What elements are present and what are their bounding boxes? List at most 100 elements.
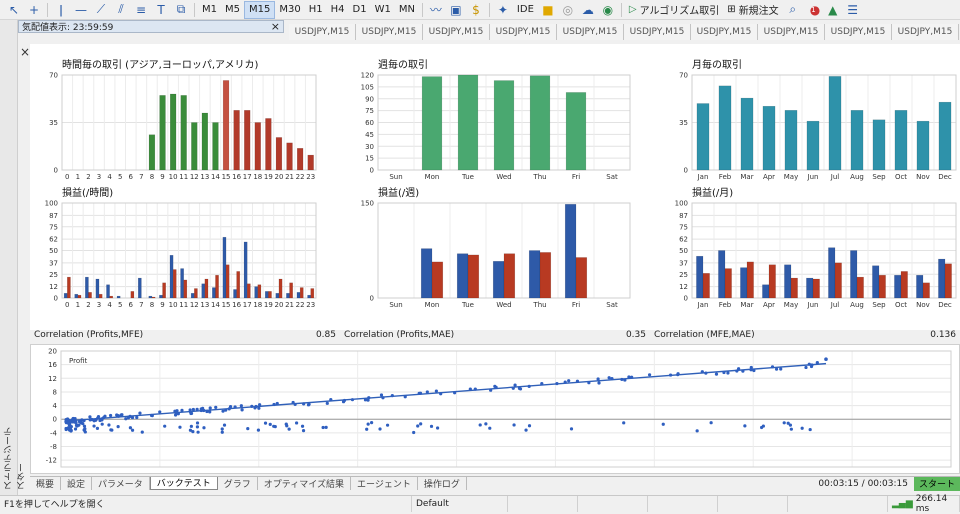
scatter-point [365, 427, 369, 431]
bar-chart-2: 月毎の取引 0 35 70 Jan Feb Mar Apr May Jun Jul Aug Sep Oct… [679, 58, 957, 181]
scatter-point [709, 421, 713, 425]
scatter-point [189, 411, 193, 416]
bar [222, 80, 230, 171]
y-tick-label: 120 [361, 72, 374, 80]
bar [431, 261, 444, 299]
y-tick-label: 75 [49, 223, 58, 231]
y-tick-label: 60 [365, 119, 374, 127]
y-tick-label: 70 [49, 72, 58, 80]
scatter-point [416, 424, 420, 428]
scatter-point [329, 397, 333, 402]
bar [137, 277, 142, 299]
x-tick-label: 9 [160, 173, 164, 181]
scatter-point [381, 396, 385, 400]
scatter-point [103, 414, 107, 418]
scatter-point [173, 409, 177, 413]
x-tick-label: Mar [740, 301, 753, 309]
scatter-point [130, 428, 135, 432]
scatter-point [188, 428, 193, 432]
bar-chart-4: 損益(/週) 0 150 Sun Mon Tue Wed Thu Fri Sat [361, 186, 631, 309]
scatter-point [115, 413, 119, 417]
x-tick-label: May [784, 173, 798, 181]
chart-title: 損益(/月) [692, 186, 733, 199]
y-tick-label: 20 [48, 348, 57, 356]
scatter-point [610, 376, 614, 381]
scatter-point [257, 406, 261, 410]
bar [828, 76, 842, 171]
scatter-point [92, 419, 96, 423]
scatter-point [735, 369, 739, 373]
bar [194, 288, 198, 299]
scatter-point [453, 391, 457, 395]
bar [762, 284, 770, 299]
signal-bars-icon: ▂▄▆ [892, 498, 913, 509]
y-tick-label: 12 [48, 375, 57, 383]
scatter-point [527, 384, 531, 388]
bar [74, 293, 79, 299]
scatter-point [484, 422, 488, 426]
x-tick-label: Oct [895, 173, 907, 181]
x-tick-label: Jan [697, 301, 709, 309]
bar [254, 286, 259, 299]
tab-7[interactable]: 操作ログ [418, 476, 467, 490]
scatter-point [597, 381, 601, 385]
bar-chart-1: 週毎の取引 0 15 30 45 60 75 90 105 120 Sun Mon Tue Wed Thu F… [361, 58, 631, 181]
x-tick-label: 1 [76, 173, 80, 181]
bar [420, 248, 433, 299]
scatter-point [163, 424, 167, 428]
scatter-point [385, 423, 390, 427]
bar [286, 293, 290, 299]
y-tick-label: 35 [679, 119, 688, 127]
x-tick-label: 6 [129, 301, 134, 309]
status-ping: ▂▄▆ 266.14 ms [888, 494, 960, 514]
scatter-point [804, 365, 808, 370]
bar [503, 253, 516, 299]
y-tick-label: 87 [49, 212, 58, 220]
x-tick-label: Jul [830, 301, 840, 309]
scatter-point [240, 408, 244, 412]
y-tick-label: 100 [45, 200, 58, 208]
bar [467, 254, 480, 299]
correlation-value: 0.35 [625, 330, 646, 340]
scatter-point [92, 424, 96, 428]
tab-3[interactable]: バックテスト [149, 476, 218, 490]
start-button[interactable]: スタート [914, 476, 960, 491]
bar [159, 95, 166, 171]
x-tick-label: 5 [118, 173, 122, 181]
bar [106, 284, 110, 299]
x-tick-label: 19 [264, 301, 273, 309]
tab-6[interactable]: エージェント [351, 476, 418, 490]
bar [696, 255, 704, 299]
x-tick-label: 18 [253, 173, 262, 181]
x-tick-label: 8 [150, 301, 154, 309]
bar [88, 292, 92, 299]
tab-1[interactable]: 設定 [61, 476, 93, 490]
y-tick-label: 105 [361, 83, 374, 91]
bar [878, 274, 886, 299]
x-tick-label: Sun [389, 301, 402, 309]
bar [148, 295, 153, 299]
bar [180, 268, 184, 299]
y-tick-label: 25 [49, 271, 58, 279]
x-tick-label: 18 [253, 301, 262, 309]
tab-4[interactable]: グラフ [218, 476, 258, 490]
y-tick-label: 87 [679, 212, 688, 220]
x-tick-label: Sep [872, 301, 886, 309]
tab-5[interactable]: オプティマイズ結果 [258, 476, 351, 490]
bar [190, 293, 195, 299]
x-tick-label: Sat [606, 301, 618, 309]
bar [872, 119, 886, 171]
scatter-point [272, 402, 276, 407]
bar [212, 122, 219, 171]
x-tick-label: May [784, 301, 798, 309]
scatter-point [100, 422, 104, 426]
tab-2[interactable]: パラメータ [92, 476, 150, 490]
chart-title: 週毎の取引 [378, 58, 428, 71]
correlation-item: Correlation (Profits,MFE) 0.85 [30, 330, 340, 343]
bar [67, 276, 71, 299]
scatter-point [378, 427, 382, 431]
tab-0[interactable]: 概要 [30, 476, 62, 490]
x-tick-label: 10 [169, 301, 178, 309]
scatter-point [524, 428, 528, 432]
x-tick-label: 22 [296, 173, 305, 181]
